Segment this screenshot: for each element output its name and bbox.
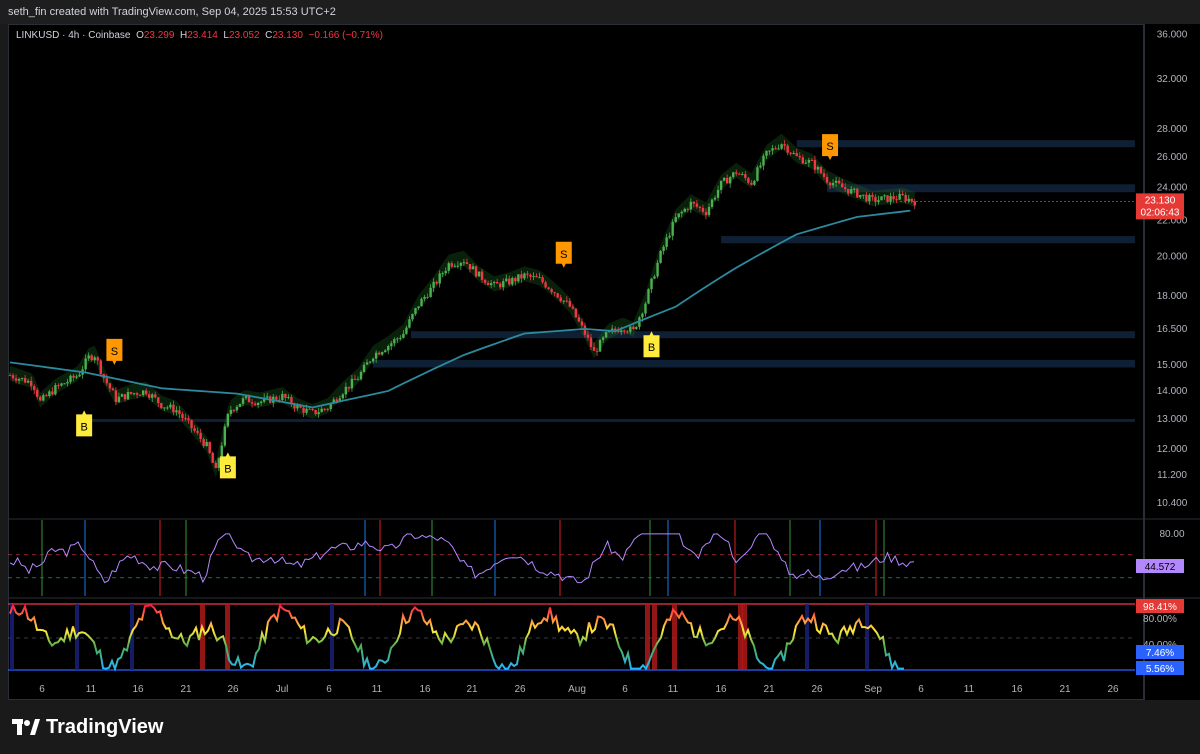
- footer: [0, 700, 1200, 754]
- chart-pane[interactable]: [8, 24, 1144, 700]
- tradingview-brand: TradingView: [46, 716, 164, 738]
- symbol-legend: LINKUSD · 4h · Coinbase O23.299 H23.414 …: [16, 30, 383, 41]
- tradingview-mark-icon: [12, 718, 40, 735]
- legend-symbol: LINKUSD · 4h · Coinbase: [16, 30, 131, 41]
- legend-change: −0.166 (−0.71%): [308, 30, 384, 41]
- legend-open: 23.299: [143, 30, 175, 41]
- legend-o-label: O: [136, 30, 144, 41]
- tradingview-logo[interactable]: TradingView: [12, 716, 163, 739]
- legend-low: 23.052: [228, 30, 260, 41]
- legend-high: 23.414: [187, 30, 218, 41]
- price-axis[interactable]: [1144, 24, 1200, 700]
- legend-close: 23.130: [272, 30, 303, 41]
- attribution-text: seth_fin created with TradingView.com, S…: [8, 6, 336, 18]
- top-bar: seth_fin created with TradingView.com, S…: [0, 0, 1200, 24]
